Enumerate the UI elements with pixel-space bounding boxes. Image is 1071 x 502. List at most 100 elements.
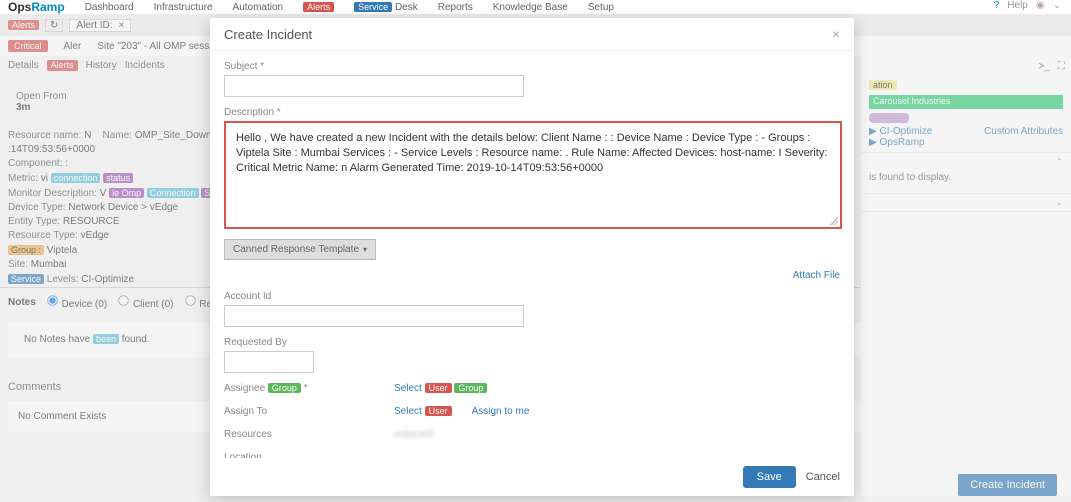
attach-file-link[interactable]: Attach File bbox=[793, 270, 840, 281]
tab-incidents[interactable]: Incidents bbox=[125, 60, 165, 71]
assign-to-me-link[interactable]: Assign to me bbox=[472, 406, 530, 417]
chevron-down-icon[interactable]: ⌄ bbox=[1056, 198, 1063, 207]
tab-details[interactable]: Details bbox=[8, 60, 39, 71]
dv-group: Viptela bbox=[47, 245, 77, 256]
notes-client-label: Client (0) bbox=[133, 299, 174, 310]
triangle-icon: ▶ bbox=[869, 126, 877, 137]
cancel-button[interactable]: Cancel bbox=[806, 471, 840, 483]
notes-device-radio[interactable] bbox=[47, 295, 57, 305]
dk-site: Site: bbox=[8, 259, 28, 270]
assignee-label: Assignee Group * bbox=[224, 383, 374, 394]
notes-label: Notes bbox=[8, 297, 36, 308]
expand-icon[interactable]: ⛶ bbox=[1058, 61, 1065, 72]
help-area: ? Help ◉ ⌄ bbox=[994, 0, 1061, 11]
description-field: Description * Hello , We have created a … bbox=[224, 107, 840, 229]
critical-badge: Critical bbox=[8, 40, 48, 52]
select-user-link[interactable]: Select User bbox=[394, 406, 452, 417]
nav-reports[interactable]: Reports bbox=[438, 2, 473, 13]
requested-label: Requested By bbox=[224, 337, 840, 348]
help-label[interactable]: Help bbox=[1007, 0, 1028, 11]
dv-resource-name: N bbox=[84, 130, 91, 141]
right-panel: >_ ⛶ ation Carousel Industries ▶ CI-Opti… bbox=[861, 56, 1071, 496]
nav-automation[interactable]: Automation bbox=[233, 2, 284, 13]
dk-component: Component: bbox=[8, 158, 62, 169]
modal-close-icon[interactable]: × bbox=[832, 26, 840, 42]
create-incident-modal: Create Incident × Subject * Description … bbox=[210, 18, 854, 496]
notes-device[interactable]: Device (0) bbox=[46, 294, 107, 310]
console-icon[interactable]: >_ bbox=[1039, 61, 1050, 72]
rp-sect-3: ⌄ bbox=[861, 194, 1071, 212]
assignee-group-pill2: Group bbox=[454, 383, 487, 393]
resources-label: Resources bbox=[224, 429, 374, 440]
select-user-group-link[interactable]: Select User Group bbox=[394, 383, 487, 394]
modal-footer: Save Cancel bbox=[210, 458, 854, 496]
nav-service-badge: Service bbox=[354, 2, 392, 12]
nav-service-desk[interactable]: Service Desk bbox=[354, 2, 418, 13]
dv-devtype: Network Device > vEdge bbox=[68, 202, 178, 213]
alerts-badge[interactable]: Alerts bbox=[8, 20, 39, 30]
dv-ts: :14T09:53:56+0000 bbox=[8, 144, 95, 155]
tab-alerts[interactable]: Alerts bbox=[47, 60, 78, 71]
dk-mondesc: Monitor Description: bbox=[8, 188, 97, 199]
rp-sect-found: ⌃ is found to display. bbox=[861, 153, 1071, 194]
notes-remaining-radio[interactable] bbox=[185, 295, 195, 305]
nav-alerts[interactable]: Alerts bbox=[303, 2, 334, 12]
dv-site: Mumbai bbox=[31, 259, 67, 270]
resources-field: Resources redacted bbox=[224, 429, 840, 440]
pill-status: status bbox=[103, 173, 133, 183]
logo-ops: Ops bbox=[8, 0, 31, 14]
description-label: Description * bbox=[224, 107, 840, 118]
dv-component: : bbox=[65, 158, 68, 169]
nav-infrastructure[interactable]: Infrastructure bbox=[154, 2, 213, 13]
pill-connection: connection bbox=[51, 173, 101, 183]
refresh-icon[interactable]: ↻ bbox=[45, 19, 63, 32]
right-panel-icons: >_ ⛶ bbox=[861, 56, 1071, 76]
logo-ramp: Ramp bbox=[31, 0, 64, 14]
requested-input[interactable] bbox=[224, 351, 314, 373]
dv-mondesc: V bbox=[100, 188, 107, 199]
triangle-icon2: ▶ bbox=[869, 137, 877, 148]
dk-restype: Resource Type: bbox=[8, 230, 78, 241]
chevron-down-icon[interactable]: ⌄ bbox=[1053, 0, 1061, 11]
custom-attributes-link[interactable]: Custom Attributes bbox=[984, 126, 1063, 137]
chevron-up-icon[interactable]: ⌃ bbox=[1056, 157, 1063, 166]
opsramp-label[interactable]: OpsRamp bbox=[879, 137, 924, 148]
dv-metric: vi bbox=[41, 173, 48, 184]
resources-value: redacted bbox=[394, 429, 433, 440]
found-display-text: is found to display. bbox=[869, 172, 951, 183]
account-label: Account Id bbox=[224, 291, 840, 302]
notes-client-radio[interactable] bbox=[118, 295, 128, 305]
dk-levels: Levels: bbox=[47, 274, 79, 285]
carousel-label: Carousel Industries bbox=[873, 96, 951, 106]
create-incident-button[interactable]: Create Incident bbox=[958, 474, 1057, 496]
top-nav: OpsRamp Dashboard Infrastructure Automat… bbox=[0, 0, 1071, 14]
alert-id-tab[interactable]: Alert ID: × bbox=[69, 19, 131, 32]
logo[interactable]: OpsRamp bbox=[8, 0, 65, 14]
notes-seen-pill: been bbox=[93, 334, 119, 344]
nav-knowledge-base[interactable]: Knowledge Base bbox=[493, 2, 568, 13]
nav-setup[interactable]: Setup bbox=[588, 2, 614, 13]
nav-dashboard[interactable]: Dashboard bbox=[85, 2, 134, 13]
assignee-group-pill: Group bbox=[268, 383, 301, 393]
modal-body: Subject * Description * Hello , We have … bbox=[210, 51, 854, 458]
pill-omp: le Omp bbox=[109, 188, 144, 198]
notes-msg-pre: No Notes have bbox=[24, 334, 93, 345]
ci-opt-label[interactable]: CI-Optimize bbox=[879, 126, 932, 137]
user-icon[interactable]: ◉ bbox=[1036, 0, 1045, 11]
canned-response-dropdown[interactable]: Canned Response Template bbox=[224, 239, 376, 260]
account-input[interactable] bbox=[224, 305, 524, 327]
help-icon[interactable]: ? bbox=[994, 0, 1000, 11]
save-button[interactable]: Save bbox=[743, 466, 796, 488]
rp-green-bar: Carousel Industries bbox=[869, 95, 1063, 109]
dv-restype: vEdge bbox=[81, 230, 109, 241]
pur-bar bbox=[869, 113, 909, 123]
dk-metric: Metric: bbox=[8, 173, 38, 184]
subject-input[interactable] bbox=[224, 75, 524, 97]
dk-name: Name: bbox=[103, 130, 132, 141]
close-icon[interactable]: × bbox=[119, 20, 125, 31]
description-textarea[interactable]: Hello , We have created a new Incident w… bbox=[224, 121, 842, 229]
account-field: Account Id bbox=[224, 291, 840, 327]
notes-client[interactable]: Client (0) bbox=[117, 294, 173, 310]
assign-to-user-pill: User bbox=[425, 406, 452, 416]
tab-history[interactable]: History bbox=[86, 60, 117, 71]
